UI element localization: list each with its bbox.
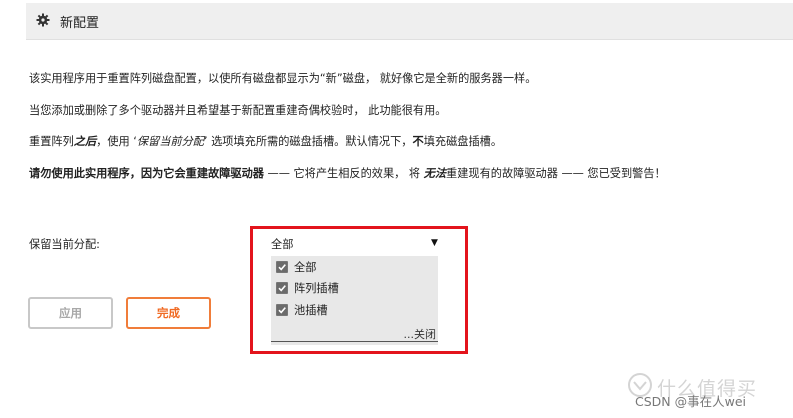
text-reset-array: 重置阵列 <box>29 135 74 148</box>
text-use: ，使用 ‘ <box>96 135 137 148</box>
option-label: 全部 <box>294 261 317 274</box>
description-line-1: 该实用程序用于重置阵列磁盘配置，以使所有磁盘都显示为“新”磁盘， 就好像它是全新… <box>29 72 537 85</box>
option-label: 阵列插槽 <box>294 282 339 295</box>
text-not: 不 <box>412 135 424 148</box>
description-line-2: 当您添加或删除了多个驱动器并且希望基于新配置重建奇偶校验时， 此功能很有用。 <box>29 104 447 117</box>
dropdown-footer: ...关闭 <box>271 324 438 342</box>
keep-assignment-label: 保留当前分配: <box>29 238 100 251</box>
checkbox-checked-icon[interactable] <box>276 282 288 294</box>
checkbox-checked-icon[interactable] <box>276 261 288 273</box>
text-fill-slots: ’ 选项填充所需的磁盘插槽。默认情况下， <box>203 135 413 148</box>
checkbox-checked-icon[interactable] <box>276 304 288 316</box>
warning-end: 重建现有的故障驱动器 —— 您已受到警告！ <box>446 167 666 180</box>
text-keep-assignment: 保留当前分配 <box>136 135 204 148</box>
option-pool-slots[interactable]: 池插槽 <box>276 302 328 318</box>
warning-middle: —— 它将产生相反的效果， 将 <box>263 167 424 180</box>
keep-assignment-select[interactable]: 全部 <box>271 236 293 252</box>
warning-cannot: 无法 <box>423 167 447 180</box>
text-after: 之后 <box>73 135 97 148</box>
warning-bold: 请勿使用此实用程序，因为它会重建故障驱动器 <box>29 167 264 180</box>
watermark-csdn: CSDN @事在人wei <box>635 394 746 409</box>
gear-icon <box>36 13 50 27</box>
page-title: 新配置 <box>60 16 100 31</box>
close-dropdown-link[interactable]: ...关闭 <box>404 326 437 342</box>
page-header: 新配置 <box>26 3 793 40</box>
warning-line: 请勿使用此实用程序，因为它会重建故障驱动器 —— 它将产生相反的效果， 将 无法… <box>29 166 666 182</box>
description-line-3: 重置阵列之后，使用 ‘保留当前分配’ 选项填充所需的磁盘插槽。默认情况下，不填充… <box>29 134 502 150</box>
option-array-slots[interactable]: 阵列插槽 <box>276 280 339 296</box>
text-fill-slots-end: 填充磁盘插槽。 <box>423 135 503 148</box>
done-button[interactable]: 完成 <box>126 297 211 329</box>
option-label: 池插槽 <box>294 304 328 317</box>
option-all[interactable]: 全部 <box>276 259 316 275</box>
caret-down-icon[interactable]: ▼ <box>431 238 438 248</box>
apply-button[interactable]: 应用 <box>28 297 113 329</box>
keep-assignment-dropdown: 全部 阵列插槽 池插槽 ...关闭 <box>271 256 438 345</box>
